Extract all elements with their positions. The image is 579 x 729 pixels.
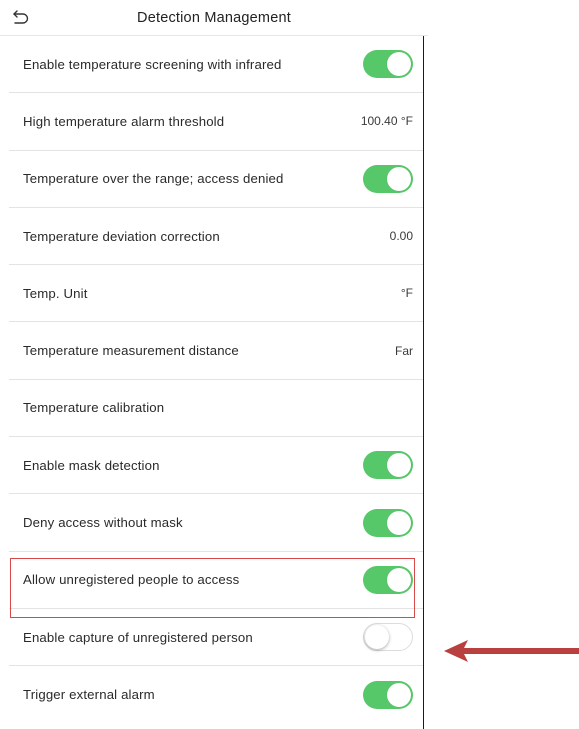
setting-capture-unregistered[interactable]: Enable capture of unregistered person: [9, 609, 423, 667]
setting-value: °F: [400, 286, 413, 301]
page-title: Detection Management: [137, 9, 291, 26]
setting-deny-without-mask[interactable]: Deny access without mask: [9, 494, 423, 552]
setting-temp-calibration[interactable]: Temperature calibration: [9, 380, 423, 438]
over-range-deny-toggle[interactable]: [363, 164, 413, 193]
setting-infrared-screening[interactable]: Enable temperature screening with infrar…: [9, 36, 423, 94]
setting-label: Temperature over the range; access denie…: [23, 171, 284, 187]
deny-without-mask-toggle[interactable]: [363, 508, 413, 537]
setting-value: 100.40 °F: [360, 114, 413, 129]
setting-external-alarm[interactable]: Trigger external alarm: [9, 666, 423, 723]
capture-unregistered-toggle[interactable]: [363, 623, 413, 652]
setting-label: Enable temperature screening with infrar…: [23, 56, 282, 72]
setting-label: Trigger external alarm: [23, 687, 155, 703]
setting-label: Enable mask detection: [23, 457, 160, 473]
setting-value: Far: [395, 343, 413, 358]
setting-deviation-correction[interactable]: Temperature deviation correction 0.00: [9, 208, 423, 266]
infrared-screening-toggle[interactable]: [363, 50, 413, 79]
setting-measurement-distance[interactable]: Temperature measurement distance Far: [9, 322, 423, 380]
setting-value: 0.00: [389, 229, 413, 244]
external-alarm-toggle[interactable]: [363, 680, 413, 709]
mask-detection-toggle[interactable]: [363, 451, 413, 480]
setting-label: Enable capture of unregistered person: [23, 629, 253, 645]
setting-mask-detection[interactable]: Enable mask detection: [9, 437, 423, 495]
setting-high-temp-threshold[interactable]: High temperature alarm threshold 100.40 …: [9, 93, 423, 151]
setting-label: Temp. Unit: [23, 285, 88, 301]
setting-over-range-deny[interactable]: Temperature over the range; access denie…: [9, 151, 423, 208]
title-bar: Detection Management: [0, 0, 428, 36]
back-arrow-icon[interactable]: [10, 6, 32, 28]
setting-label: Allow unregistered people to access: [23, 572, 240, 588]
allow-unregistered-toggle[interactable]: [363, 565, 413, 594]
setting-label: Temperature measurement distance: [23, 343, 239, 359]
setting-label: Deny access without mask: [23, 515, 183, 531]
settings-list: Enable temperature screening with infrar…: [9, 36, 424, 729]
setting-label: High temperature alarm threshold: [23, 113, 225, 129]
setting-temp-unit[interactable]: Temp. Unit °F: [9, 265, 423, 323]
setting-allow-unregistered[interactable]: Allow unregistered people to access: [9, 552, 423, 609]
setting-label: Temperature deviation correction: [23, 228, 220, 244]
setting-label: Temperature calibration: [23, 400, 165, 416]
left-arrow-icon: [444, 640, 579, 662]
